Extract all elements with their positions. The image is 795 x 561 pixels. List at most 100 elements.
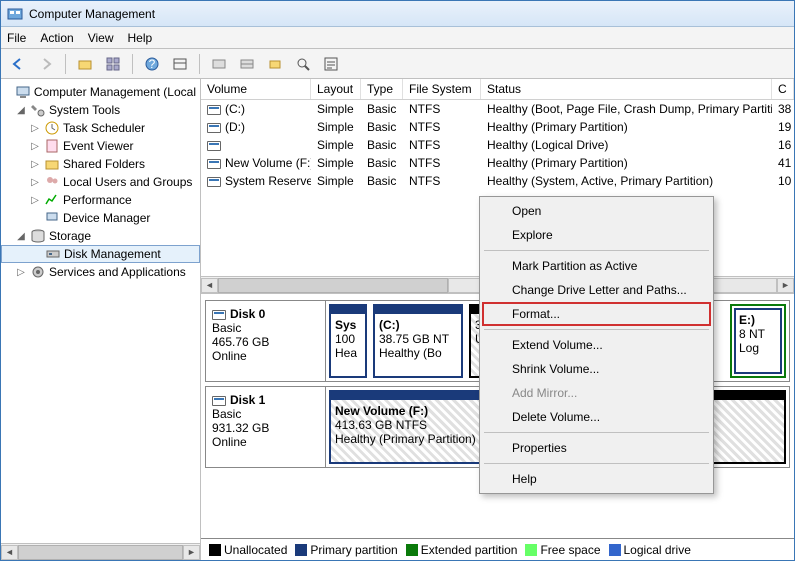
tree-item-label: Device Manager <box>63 211 150 225</box>
up-button[interactable] <box>74 53 96 75</box>
ctx-extend[interactable]: Extend Volume... <box>482 333 711 357</box>
ctx-change-letter[interactable]: Change Drive Letter and Paths... <box>482 278 711 302</box>
disk-type: Basic <box>212 407 319 421</box>
volume-row[interactable]: (D:)SimpleBasicNTFSHealthy (Primary Part… <box>201 118 794 136</box>
menu-action[interactable]: Action <box>40 31 73 45</box>
partition-e[interactable]: E:)8 NTLog <box>730 304 786 378</box>
computer-icon <box>15 84 31 100</box>
disk-type: Basic <box>212 321 319 335</box>
disk-size: 465.76 GB <box>212 335 319 349</box>
disk-0-info: Disk 0 Basic 465.76 GB Online <box>206 301 326 381</box>
tree-item-label: Event Viewer <box>63 139 133 153</box>
legend-unalloc: Unallocated <box>209 543 287 557</box>
action-button-1[interactable] <box>208 53 230 75</box>
clock-icon <box>44 120 60 136</box>
back-button[interactable] <box>7 53 29 75</box>
legend-free: Free space <box>525 543 600 557</box>
expand-icon[interactable]: ▷ <box>29 177 41 188</box>
tree-item-label: Services and Applications <box>49 265 186 279</box>
col-fs[interactable]: File System <box>403 79 481 99</box>
tree-item-label: Disk Management <box>64 247 161 261</box>
ctx-explore[interactable]: Explore <box>482 223 711 247</box>
volume-row[interactable]: SimpleBasicNTFSHealthy (Logical Drive)16 <box>201 136 794 154</box>
expand-icon[interactable]: ▷ <box>15 267 27 278</box>
col-layout[interactable]: Layout <box>311 79 361 99</box>
disk-state: Online <box>212 349 319 363</box>
view-button[interactable] <box>169 53 191 75</box>
partition-c[interactable]: (C:)38.75 GB NTHealthy (Bo <box>373 304 463 378</box>
tree-scrollbar[interactable]: ◄► <box>1 543 200 560</box>
tree-item-label: Local Users and Groups <box>63 175 192 189</box>
tree-system-tools[interactable]: ◢System Tools <box>1 101 200 119</box>
device-icon <box>44 210 60 226</box>
expand-icon[interactable]: ▷ <box>29 159 41 170</box>
ctx-delete[interactable]: Delete Volume... <box>482 405 711 429</box>
ctx-shrink[interactable]: Shrink Volume... <box>482 357 711 381</box>
tools-icon <box>30 102 46 118</box>
ctx-properties[interactable]: Properties <box>482 436 711 460</box>
tree-item-label: Shared Folders <box>63 157 145 171</box>
forward-button[interactable] <box>35 53 57 75</box>
tree-local-users[interactable]: ▷ Local Users and Groups <box>1 173 200 191</box>
volume-row[interactable]: System ReservedSimpleBasicNTFSHealthy (S… <box>201 172 794 190</box>
ctx-help[interactable]: Help <box>482 467 711 491</box>
volume-row[interactable]: New Volume (F:)SimpleBasicNTFSHealthy (P… <box>201 154 794 172</box>
context-menu: Open Explore Mark Partition as Active Ch… <box>479 196 714 494</box>
tree-root[interactable]: Computer Management (Local <box>1 83 200 101</box>
tree-event-viewer[interactable]: ▷ Event Viewer <box>1 137 200 155</box>
disk-size: 931.32 GB <box>212 421 319 435</box>
col-status[interactable]: Status <box>481 79 772 99</box>
column-headers[interactable]: Volume Layout Type File System Status C <box>201 79 794 100</box>
expand-icon[interactable]: ▷ <box>29 141 41 152</box>
services-icon <box>30 264 46 280</box>
tree-disk-management[interactable]: Disk Management <box>1 245 200 263</box>
event-icon <box>44 138 60 154</box>
window-title: Computer Management <box>29 7 155 21</box>
menubar: File Action View Help <box>1 27 794 49</box>
title-bar: Computer Management <box>1 1 794 27</box>
app-icon <box>7 6 23 22</box>
action-button-3[interactable] <box>264 53 286 75</box>
properties-button[interactable] <box>102 53 124 75</box>
performance-icon <box>44 192 60 208</box>
help-button[interactable]: ? <box>141 53 163 75</box>
ctx-mark-active[interactable]: Mark Partition as Active <box>482 254 711 278</box>
expand-icon[interactable]: ▷ <box>29 123 41 134</box>
collapse-icon[interactable]: ◢ <box>15 231 27 242</box>
legend: Unallocated Primary partition Extended p… <box>201 538 794 560</box>
disk-1-info: Disk 1 Basic 931.32 GB Online <box>206 387 326 467</box>
col-volume[interactable]: Volume <box>201 79 311 99</box>
tree-device-manager[interactable]: Device Manager <box>1 209 200 227</box>
tree-shared-folders[interactable]: ▷ Shared Folders <box>1 155 200 173</box>
action-button-5[interactable] <box>320 53 342 75</box>
action-button-4[interactable] <box>292 53 314 75</box>
tree-storage[interactable]: ◢ Storage <box>1 227 200 245</box>
action-button-2[interactable] <box>236 53 258 75</box>
col-last[interactable]: C <box>772 79 794 99</box>
ctx-open[interactable]: Open <box>482 199 711 223</box>
ctx-format[interactable]: Format... <box>482 302 711 326</box>
storage-icon <box>30 228 46 244</box>
menu-file[interactable]: File <box>7 31 26 45</box>
expand-icon[interactable]: ▷ <box>29 195 41 206</box>
tree-task-scheduler[interactable]: ▷Task Scheduler <box>1 119 200 137</box>
collapse-icon[interactable]: ◢ <box>15 105 27 116</box>
partition-system[interactable]: Sys100Hea <box>329 304 367 378</box>
col-type[interactable]: Type <box>361 79 403 99</box>
tree-pane: Computer Management (Local ◢System Tools… <box>1 79 201 560</box>
tree-services[interactable]: ▷ Services and Applications <box>1 263 200 281</box>
disk-mgmt-icon <box>45 246 61 262</box>
volume-row[interactable]: (C:)SimpleBasicNTFSHealthy (Boot, Page F… <box>201 100 794 118</box>
disk-state: Online <box>212 435 319 449</box>
legend-logical: Logical drive <box>609 543 691 557</box>
disk-icon <box>212 310 226 320</box>
users-icon <box>44 174 60 190</box>
svg-text:?: ? <box>149 57 156 71</box>
tree-item-label: Performance <box>63 193 132 207</box>
tree-item-label: Storage <box>49 229 91 243</box>
menu-view[interactable]: View <box>88 31 114 45</box>
tree-performance[interactable]: ▷ Performance <box>1 191 200 209</box>
legend-extended: Extended partition <box>406 543 518 557</box>
ctx-mirror: Add Mirror... <box>482 381 711 405</box>
menu-help[interactable]: Help <box>128 31 153 45</box>
